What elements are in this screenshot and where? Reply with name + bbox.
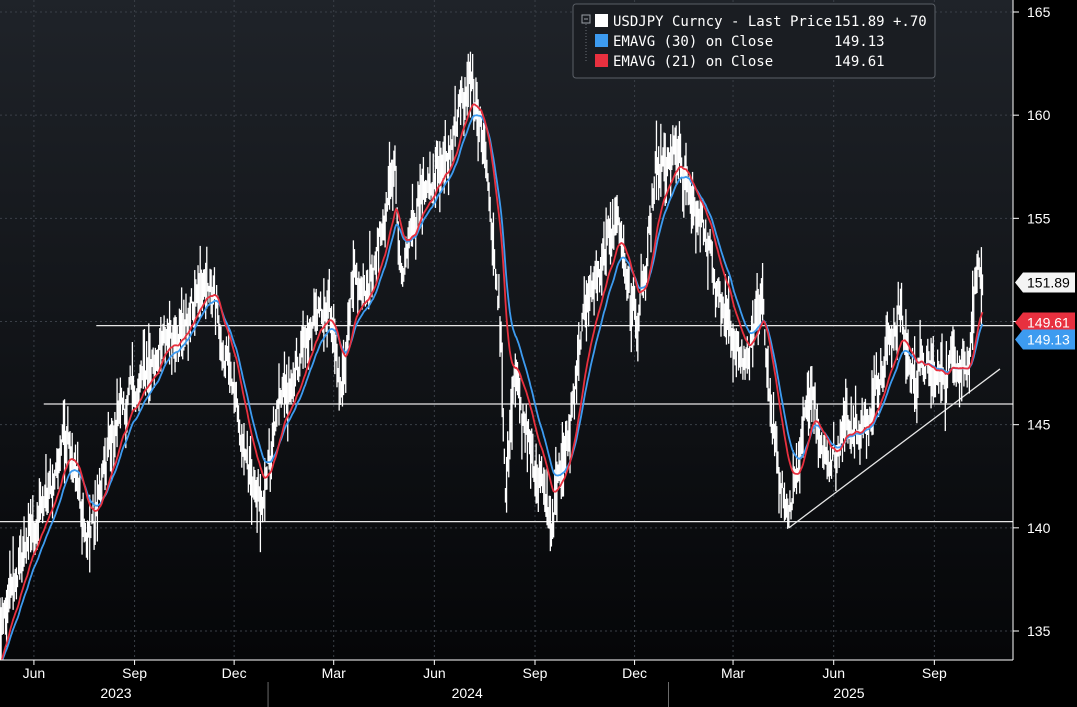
y-tick-label: 145 <box>1027 417 1051 433</box>
x-month-label: Jun <box>822 665 845 681</box>
legend-change: +.70 <box>893 14 927 30</box>
x-year-label: 2025 <box>833 685 864 701</box>
y-tick-label: 160 <box>1027 107 1051 123</box>
legend-entry: USDJPY Curncy - Last Price 151.89 +.70 <box>595 14 927 30</box>
x-month-label: Sep <box>523 665 548 681</box>
legend-swatch <box>595 14 608 27</box>
x-year-label: 2024 <box>452 685 483 701</box>
legend-value: 149.13 <box>834 34 885 50</box>
plot-background <box>0 0 1013 660</box>
x-month-label: Dec <box>222 665 247 681</box>
value-tag-label: 149.61 <box>1027 315 1070 331</box>
legend-entry: EMAVG (21) on Close 149.61 <box>595 54 885 70</box>
x-month-label: Dec <box>622 665 647 681</box>
value-tag: 151.89 <box>1015 272 1075 293</box>
x-month-label: Jun <box>23 665 46 681</box>
value-tag: 149.13 <box>1015 329 1075 350</box>
x-month-label: Mar <box>322 665 346 681</box>
legend-label: EMAVG (30) on Close <box>613 34 773 50</box>
value-tag-label: 151.89 <box>1027 275 1070 291</box>
legend-value: 149.61 <box>834 54 885 70</box>
legend: USDJPY Curncy - Last Price 151.89 +.70 EMAV… <box>572 3 936 79</box>
chart-container: 135140145150155160165 JunSepDecMarJunSep… <box>0 0 1077 707</box>
x-month-label: Sep <box>122 665 147 681</box>
value-tags: 151.89 149.61149.13 <box>1015 272 1075 350</box>
legend-value: 151.89 <box>834 14 885 30</box>
y-tick-label: 165 <box>1027 4 1051 20</box>
value-tag-label: 149.13 <box>1027 331 1070 347</box>
x-month-label: Mar <box>721 665 745 681</box>
legend-label: EMAVG (21) on Close <box>613 54 773 70</box>
legend-swatch <box>595 34 608 47</box>
legend-label: USDJPY Curncy - Last Price <box>613 14 832 30</box>
legend-entry: EMAVG (30) on Close 149.13 <box>595 34 885 50</box>
y-tick-label: 140 <box>1027 520 1051 536</box>
y-tick-label: 155 <box>1027 210 1051 226</box>
legend-swatch <box>595 54 608 67</box>
x-month-label: Sep <box>922 665 947 681</box>
x-month-label: Jun <box>423 665 446 681</box>
x-axis: Jun Sep Dec Mar Jun Sep Dec Mar Jun Sep 2023 2024 20… <box>0 659 1077 707</box>
y-tick-label: 135 <box>1027 623 1051 639</box>
usdjpy-chart: 135140145150155160165 JunSepDecMarJunSep… <box>0 0 1077 707</box>
x-year-label: 2023 <box>100 685 131 701</box>
